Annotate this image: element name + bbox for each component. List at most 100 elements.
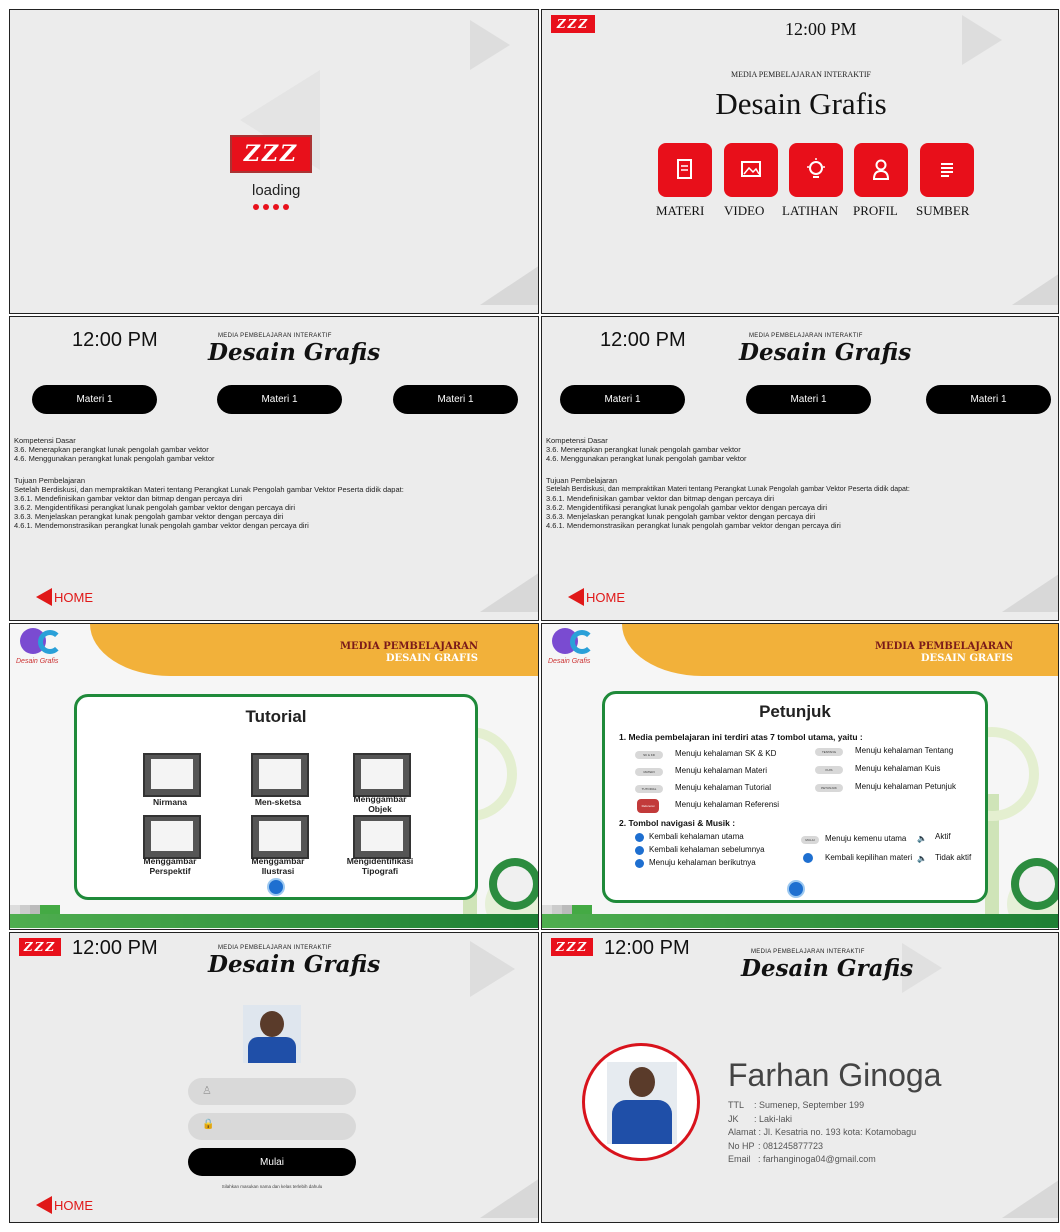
panel-login: ZZZ 12:00 PM MEDIA PEMBELAJARAN INTERAKT… [9,932,539,1223]
loading-text: loading [252,182,301,199]
mulai-button[interactable]: Mulai [188,1148,356,1176]
panel-materi-1: 12:00 PM MEDIA PEMBELAJARAN INTERAKTIF D… [9,316,539,621]
tab-materi-2[interactable]: Materi 1 [746,385,871,414]
tab-materi-3[interactable]: Materi 1 [393,385,518,414]
home-label: HOME [586,589,625,605]
kd-line: 3.6. Menerapkan perangkat lunak pengolah… [14,445,209,454]
panel-petunjuk: Desain Grafis MEDIA PEMBELAJARAN DESAIN … [541,623,1059,930]
kuis-pill: KUIS [815,766,843,774]
decor-triangle [470,941,515,997]
nav-row: Menuju kemenu utama [825,834,907,843]
logo-caption: Desain Grafis [16,658,59,665]
kd-line: 4.6. Menggunakan perangkat lunak pengola… [14,454,215,463]
tutorial-thumb-ilustrasi[interactable] [251,815,309,859]
sumber-label: SUMBER [916,203,970,218]
tutorial-thumb-tipografi[interactable] [353,815,411,859]
kd-line: 3.6. Menerapkan perangkat lunak pengolah… [546,445,741,454]
app-logo: ZZZ [230,135,312,173]
tutorial-thumb-perspektif[interactable] [143,815,201,859]
profil-button[interactable] [854,143,908,197]
banner-line2: DESAIN GRAFIS [920,653,1013,664]
document-icon [677,159,692,179]
home-label: HOME [54,1197,93,1213]
nav-row: Kembali kehalaman sebelumnya [649,845,765,854]
tentang-pill: TENTANG [815,748,843,756]
decor-triangle [470,20,510,70]
user-icon: ♙ [202,1085,212,1097]
lightbulb-icon [807,158,825,178]
home-icon[interactable] [267,878,285,896]
detail-label: JK [728,1113,739,1124]
tab-materi-3[interactable]: Materi 1 [926,385,1051,414]
footer-bar [10,914,538,928]
tp-intro: Setelah Berdiskusi, dan mempraktikan Mat… [546,486,910,493]
latihan-button[interactable] [789,143,843,197]
lock-icon: 🔒 [202,1119,215,1130]
home-nav-icon [635,833,644,842]
materi-label: MATERI [656,203,705,218]
decor-triangle [1002,1178,1058,1218]
logo-text: ZZZ [556,17,590,31]
clock: 12:00 PM [600,329,686,351]
profile-name: Farhan Ginoga [728,1057,942,1093]
materi-pill: MATERI [635,768,663,776]
detail-label: Alamat [728,1127,757,1137]
tutorial-label: Mengidentifikasi Tipografi [346,856,414,876]
sumber-button[interactable] [920,143,974,197]
mulai-pill: MULAI [801,836,819,844]
home-button[interactable]: HOME [568,588,625,606]
petunjuk-row: Menuju kehalaman Tentang [855,746,954,755]
tutorial-thumb-objek[interactable] [353,753,411,797]
kd-line: 4.6. Menggunakan perangkat lunak pengola… [546,454,747,463]
materi-button[interactable] [658,143,712,197]
detail-value: : Sumenep, September 199 [754,1100,865,1110]
sound-label: Tidak aktif [935,853,972,862]
home-button[interactable]: HOME [36,1196,93,1214]
tutorial-board: Tutorial Nirmana Men-sketsa Menggambar O… [74,694,478,900]
tutorial-label: Menggambar Objek [353,794,407,814]
video-button[interactable] [724,143,778,197]
home-icon[interactable] [787,880,805,898]
next-nav-icon [635,859,644,868]
tab-materi-1[interactable]: Materi 1 [560,385,685,414]
tp-heading: Tujuan Pembelajaran [546,476,618,485]
tp-line: 4.6.1. Mendemonstrasikan perangkat lunak… [546,521,841,530]
nav-row: Menuju kehalaman berikutnya [649,858,756,867]
class-field[interactable]: 🔒 [188,1113,356,1140]
profile-details: TTL: Sumenep, September 199 JK: Laki-lak… [728,1099,916,1167]
tutorial-thumb-mensketsa[interactable] [251,753,309,797]
decor-triangle [480,1178,538,1218]
name-field[interactable]: ♙ [188,1078,356,1105]
decor-triangle [1012,265,1058,305]
tp-line: 3.6.2. Mengidentifikasi perangkat lunak … [14,503,296,512]
petunjuk-row: Menuju kehalaman Materi [675,766,768,775]
detail-value: : 081245877723 [758,1140,824,1151]
menu-title: Desain Grafis [715,86,887,121]
decor-triangle [1002,572,1058,612]
speaker-off-icon: 🔈 [917,854,927,863]
tutorial-title: Tutorial [245,707,307,726]
speaker-on-icon: 🔈 [917,834,927,843]
back-arrow-icon [36,1196,52,1214]
panel-profile: ZZZ 12:00 PM MEDIA PEMBELAJARAN INTERAKT… [541,932,1059,1223]
tp-line: 3.6.2. Mengidentifikasi perangkat lunak … [546,503,828,512]
person-icon [872,159,890,180]
header-title: Desain Grafis [741,955,914,982]
clock: 12:00 PM [72,937,158,959]
image-icon [741,161,761,177]
tutorial-thumb-nirmana[interactable] [143,753,201,797]
tab-materi-2[interactable]: Materi 1 [217,385,342,414]
tutorial-label: Menggambar Perspektif [143,856,197,876]
tab-materi-1[interactable]: Materi 1 [32,385,157,414]
book-icon: Referensi [637,799,659,813]
tutorial-pill: TUTORIAL [635,785,663,793]
petunjuk-row: Menuju kehalaman SK & KD [675,749,777,758]
home-button[interactable]: HOME [36,588,93,606]
header-title: Desain Grafis [208,951,381,978]
detail-value: : farhanginoga04@gmail.com [758,1154,876,1164]
logo-text: ZZZ [243,141,299,167]
video-label: VIDEO [724,203,765,218]
menu-subtitle: MEDIA PEMBELAJARAN INTERAKTIF [731,70,871,79]
app-logo: ZZZ [551,15,595,33]
decor-triangle [480,265,538,305]
